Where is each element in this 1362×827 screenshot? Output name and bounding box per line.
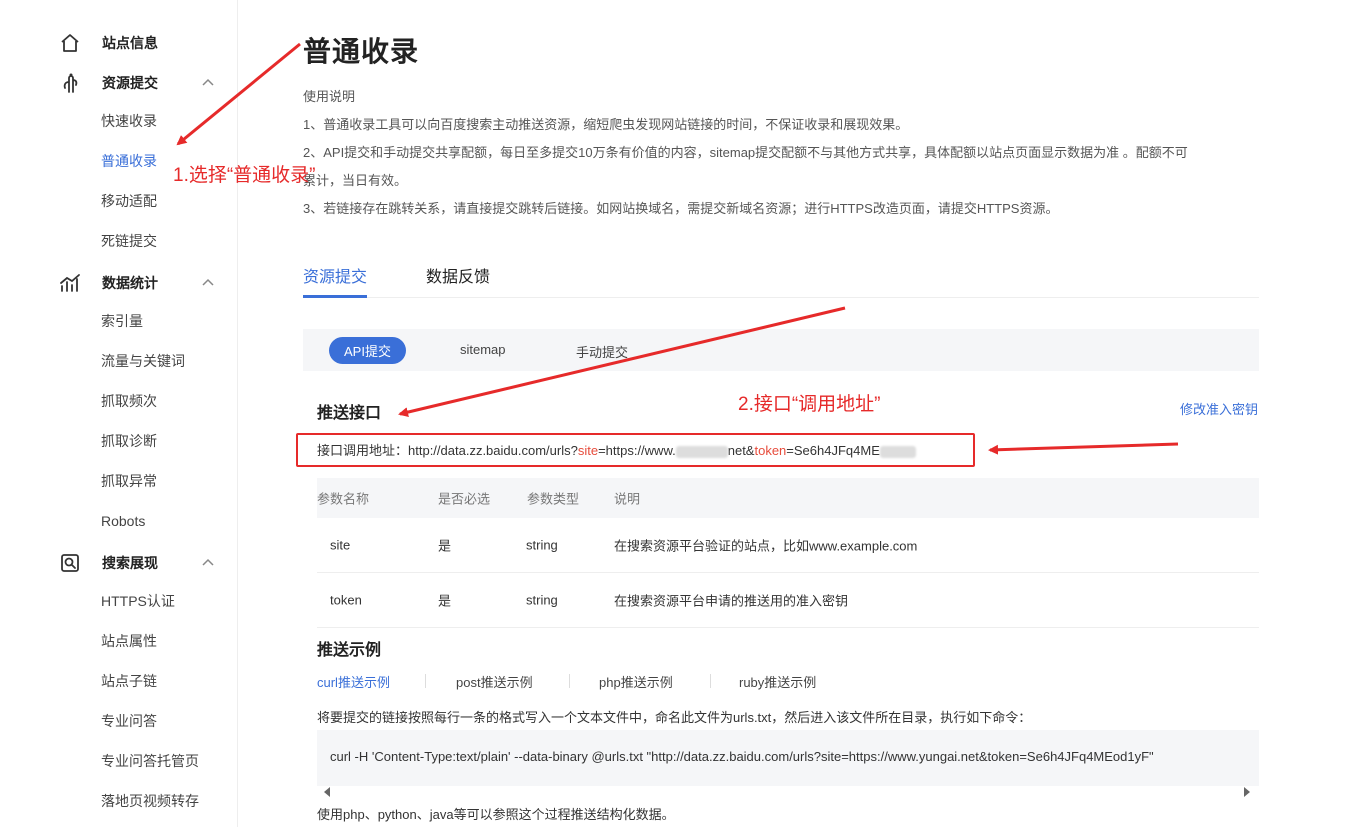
modify-key-link[interactable]: 修改准入密钥 [1180, 399, 1258, 418]
code-block: curl -H 'Content-Type:text/plain' --data… [317, 730, 1259, 786]
code-text: curl -H 'Content-Type:text/plain' --data… [330, 749, 1154, 764]
sidebar-item-mobile-adapt[interactable]: 移动适配 [101, 191, 157, 211]
sidebar-item-crawl-frequency[interactable]: 抓取频次 [101, 391, 157, 411]
sidebar-item-traffic-keywords[interactable]: 流量与关键词 [101, 351, 185, 371]
table-cell: 在搜索资源平台验证的站点，比如www.example.com [614, 538, 918, 554]
usage-note-1: 1、普通收录工具可以向百度搜索主动推送资源，缩短爬虫发现网站链接的时间，不保证收… [303, 117, 909, 132]
example-tab-ruby[interactable]: ruby推送示例 [739, 672, 816, 691]
table-cell: site [330, 537, 351, 553]
arrow-to-endpoint [988, 442, 1179, 455]
col-header: 是否必选 [438, 491, 491, 507]
subtab-api-submit[interactable]: API提交 [329, 337, 406, 364]
sidebar: 站点信息 资源提交 快速收录 普通收录 移动适配 死链提交 数据统计 索引量 流… [0, 0, 238, 827]
table-cell: 是 [438, 538, 452, 554]
annotation-step-2: 2.接口“调用地址” [738, 394, 881, 415]
param-table: 参数名称 是否必选 参数类型 说明 site 是 string 在搜索资源平台验… [317, 478, 1259, 628]
example-title: 推送示例 [317, 642, 382, 659]
tab-data-feedback[interactable]: 数据反馈 [426, 263, 490, 287]
example-tab-curl[interactable]: curl推送示例 [317, 672, 390, 691]
table-row: token 是 string 在搜索资源平台申请的推送用的准入密钥 [317, 573, 1259, 628]
sidebar-group-site-info[interactable]: 站点信息 [58, 31, 228, 55]
search-box-icon [58, 551, 82, 575]
sidebar-item-site-attributes[interactable]: 站点属性 [101, 631, 157, 651]
sidebar-item-https-cert[interactable]: HTTPS认证 [101, 591, 175, 611]
sidebar-item-normal-index[interactable]: 普通收录 [101, 151, 157, 171]
sidebar-item-qa-hosted[interactable]: 专业问答托管页 [101, 751, 199, 771]
sidebar-item-index-volume[interactable]: 索引量 [101, 311, 143, 331]
subtab-sitemap[interactable]: sitemap [460, 342, 506, 357]
sidebar-group-search-display[interactable]: 搜索展现 [58, 551, 228, 575]
tab-resource-submit[interactable]: 资源提交 [303, 263, 367, 287]
example-tab-post[interactable]: post推送示例 [456, 672, 533, 691]
scroll-left-arrow-icon[interactable] [324, 787, 330, 797]
usage-note-3: 3、若链接存在跳转关系，请直接提交跳转后链接。如网站换域名，需提交新域名资源；进… [303, 201, 1059, 216]
chevron-up-icon[interactable] [200, 555, 216, 571]
table-cell: string [526, 537, 558, 553]
sidebar-group-label: 数据统计 [102, 275, 158, 291]
sidebar-group-label: 站点信息 [102, 35, 158, 51]
sidebar-item-dead-link[interactable]: 死链提交 [101, 231, 157, 251]
annotation-highlight-box [296, 433, 975, 467]
tab-divider [425, 674, 426, 688]
home-icon [58, 31, 82, 55]
active-tab-indicator [303, 295, 367, 298]
table-cell: 是 [438, 593, 452, 609]
annotation-step-1: 1.选择“普通收录” [173, 165, 316, 186]
table-cell: 在搜索资源平台申请的推送用的准入密钥 [614, 593, 849, 609]
sidebar-item-qa[interactable]: 专业问答 [101, 711, 157, 731]
col-header: 参数名称 [317, 491, 370, 507]
example-description: 将要提交的链接按照每行一条的格式写入一个文本文件中，命名此文件为urls.txt… [317, 710, 1032, 725]
usage-note-2: 2、API提交和手动提交共享配额，每日至多提交10万条有价值的内容，sitema… [303, 145, 1188, 160]
main-tabs: 资源提交 数据反馈 [303, 258, 1259, 298]
page-title: 普通收录 [303, 36, 420, 67]
sidebar-group-data-stats[interactable]: 数据统计 [58, 271, 228, 295]
example-tab-php[interactable]: php推送示例 [599, 672, 673, 691]
sidebar-item-robots[interactable]: Robots [101, 511, 145, 531]
table-cell: string [526, 592, 558, 608]
col-header: 参数类型 [527, 491, 580, 507]
sidebar-item-crawl-error[interactable]: 抓取异常 [101, 471, 157, 491]
sidebar-item-crawl-diagnosis[interactable]: 抓取诊断 [101, 431, 157, 451]
footer-note: 使用php、python、java等可以参照这个过程推送结构化数据。 [317, 807, 675, 822]
usage-heading: 使用说明 [303, 89, 356, 104]
table-row: site 是 string 在搜索资源平台验证的站点，比如www.example… [317, 518, 1259, 573]
submit-method-tabs: API提交 sitemap 手动提交 [303, 329, 1259, 371]
push-api-title: 推送接口 [317, 405, 382, 422]
hand-pointer-icon [58, 71, 82, 95]
sidebar-item-fast-index[interactable]: 快速收录 [101, 111, 157, 131]
col-header: 说明 [614, 491, 641, 507]
sidebar-item-site-sublinks[interactable]: 站点子链 [101, 671, 157, 691]
sidebar-group-label: 搜索展现 [102, 555, 158, 571]
sidebar-item-video-transfer[interactable]: 落地页视频转存 [101, 791, 199, 811]
sidebar-group-label: 资源提交 [102, 75, 158, 91]
sidebar-group-resource-submit[interactable]: 资源提交 [58, 71, 228, 95]
scroll-right-arrow-icon[interactable] [1244, 787, 1250, 797]
tab-divider [569, 674, 570, 688]
chart-icon [58, 271, 82, 295]
subtab-manual-submit[interactable]: 手动提交 [576, 342, 628, 361]
usage-note-2-cont: 累计，当日有效。 [303, 173, 408, 188]
table-cell: token [330, 592, 362, 608]
table-header: 参数名称 是否必选 参数类型 说明 [317, 478, 1259, 518]
tab-divider [710, 674, 711, 688]
chevron-up-icon[interactable] [200, 75, 216, 91]
chevron-up-icon[interactable] [200, 275, 216, 291]
